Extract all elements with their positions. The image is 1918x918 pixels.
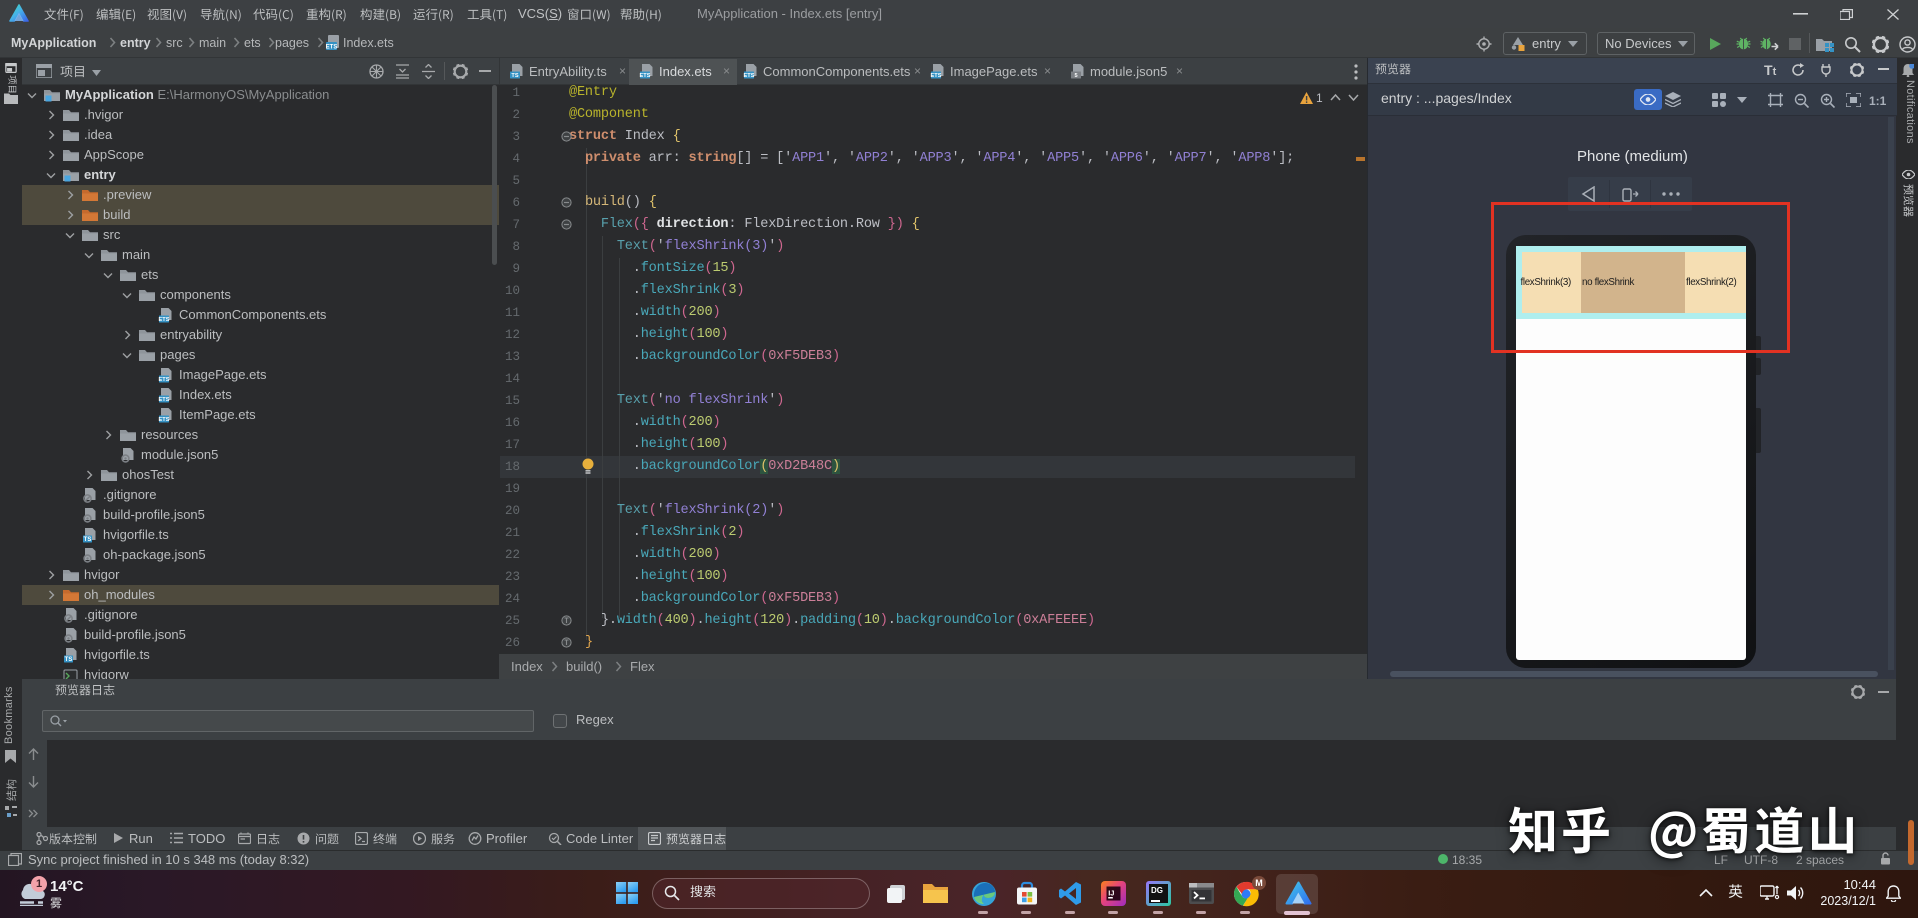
svg-text:ETS: ETS	[744, 73, 755, 79]
svg-text:ETS: ETS	[326, 45, 337, 51]
svg-text:ETS: ETS	[159, 417, 170, 423]
svg-text:TS: TS	[65, 657, 73, 663]
svg-text:TS: TS	[84, 537, 92, 543]
svg-text:IJ: IJ	[1108, 889, 1114, 898]
svg-text:DG: DG	[1151, 886, 1163, 895]
svg-text:ETS: ETS	[159, 397, 170, 403]
svg-text:5: 5	[1074, 73, 1077, 79]
svg-text:ETS: ETS	[159, 317, 170, 323]
svg-text:TS: TS	[511, 73, 518, 79]
svg-text:ETS: ETS	[159, 377, 170, 383]
svg-text:ETS: ETS	[640, 73, 651, 79]
svg-text:ETS: ETS	[931, 73, 942, 79]
